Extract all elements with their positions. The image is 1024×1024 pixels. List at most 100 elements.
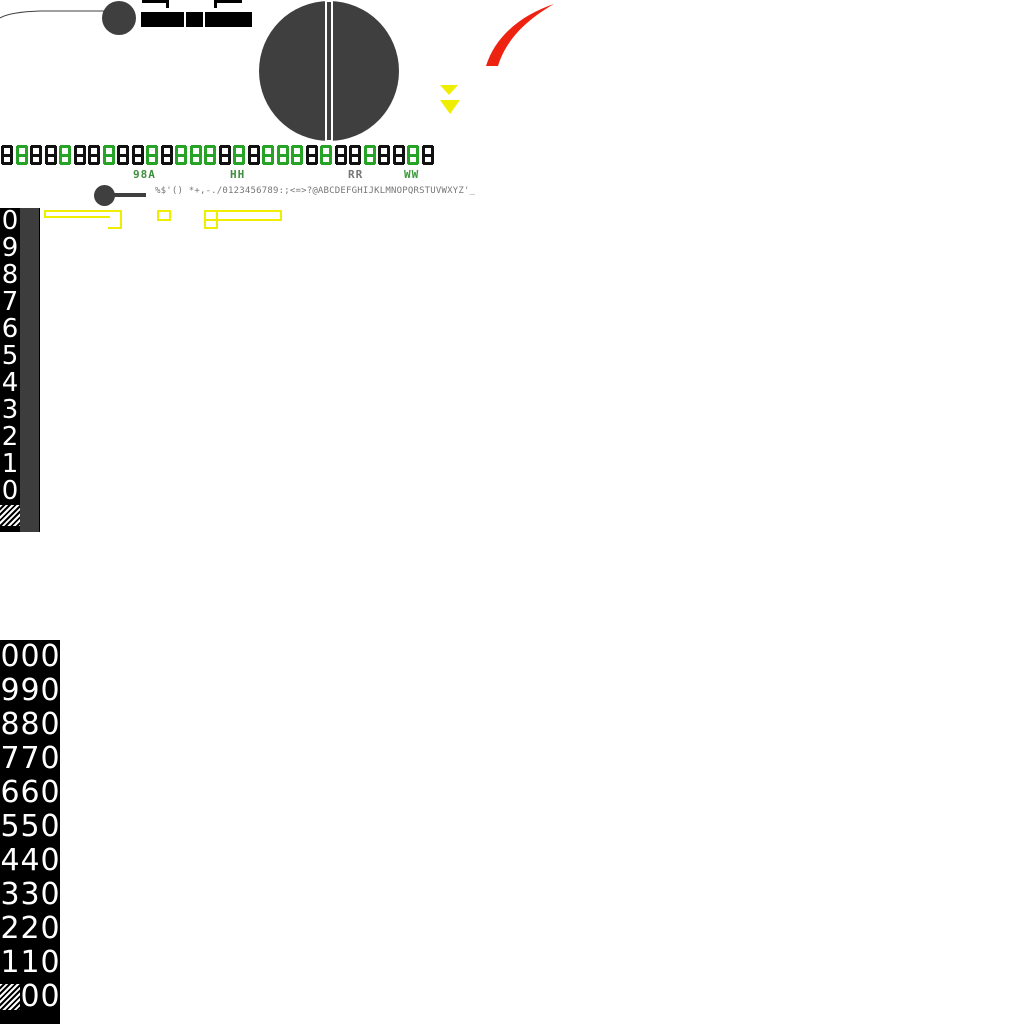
- digit-cell: 9: [1, 233, 19, 263]
- segment-digit-cell: [102, 144, 116, 166]
- segment-bar: [343, 146, 347, 155]
- digit-cell: 5: [1, 341, 19, 371]
- segment-bar: [97, 146, 100, 155]
- odometer-digit: 0: [0, 639, 20, 674]
- segment-bar: [421, 155, 425, 164]
- segment-bar: [82, 146, 86, 155]
- segment-digit-cell: [334, 144, 348, 166]
- segment-bar: [358, 146, 361, 155]
- segment-bar: [117, 155, 120, 164]
- digit-cell: 0: [1, 206, 19, 236]
- digit-cell: 7: [1, 287, 19, 317]
- digit-cell: 3: [1, 395, 19, 425]
- segment-bar: [68, 146, 71, 155]
- odometer-digit: 3: [20, 877, 40, 912]
- odometer-digit: 5: [0, 809, 20, 844]
- odometer-digit: 0: [40, 843, 60, 878]
- digit-cell: 4: [1, 368, 19, 398]
- segment-digit-cell: [392, 144, 406, 166]
- segment-label-rr: RR: [348, 168, 364, 181]
- segment-bar: [146, 155, 149, 164]
- segment-bar: [24, 155, 28, 164]
- segment-digit-cell: [290, 144, 304, 166]
- bracket-right-top: [214, 0, 242, 3]
- segment-bar: [131, 155, 135, 164]
- segment-bar: [39, 155, 42, 164]
- segment-bar: [247, 155, 251, 164]
- segment-bar: [198, 146, 202, 155]
- segment-bar: [15, 155, 19, 164]
- segment-bar: [392, 155, 396, 164]
- segment-digit-cell: [218, 144, 232, 166]
- segment-digit-cell: [145, 144, 159, 166]
- segment-bar: [169, 146, 173, 155]
- segment-bar: [329, 146, 332, 155]
- segment-bar: [262, 146, 265, 155]
- odometer-digit: 8: [0, 707, 20, 742]
- segment-bar: [401, 146, 405, 155]
- segment-bar: [111, 155, 115, 164]
- odometer-digit: 6: [0, 775, 20, 810]
- segment-digit-cell: [232, 144, 246, 166]
- segment-bar: [256, 155, 260, 164]
- segment-bar: [372, 146, 376, 155]
- segment-bar: [276, 146, 280, 155]
- segment-bar: [349, 155, 352, 164]
- digit-cell: 0: [1, 476, 19, 506]
- odometer-digit: 0: [40, 945, 60, 980]
- segment-label-98a: 98A: [133, 168, 156, 181]
- segment-bar: [358, 155, 361, 164]
- segment-digit-cell: [160, 144, 174, 166]
- odometer-digit-column: 00099088077066055044033022011000: [0, 640, 60, 1024]
- odometer-row: 220: [0, 912, 60, 946]
- segment-bar: [24, 146, 28, 155]
- segment-bar: [387, 146, 390, 155]
- segment-bar: [131, 146, 135, 155]
- odometer-digit: 8: [20, 707, 40, 742]
- segment-bar: [291, 146, 294, 155]
- segment-digit-cell: [421, 144, 435, 166]
- segment-bar: [111, 146, 115, 155]
- segment-bar: [218, 146, 222, 155]
- odometer-digit: 3: [0, 877, 20, 912]
- segment-bar: [285, 155, 289, 164]
- segment-digit-cell: [363, 144, 377, 166]
- segment-bar: [416, 155, 419, 164]
- segment-bar: [155, 155, 158, 164]
- segment-digit-cell: [58, 144, 72, 166]
- segment-bar: [97, 155, 100, 164]
- segment-bar: [155, 146, 158, 155]
- bracket-left-drop: [166, 0, 169, 8]
- segment-bar: [314, 155, 318, 164]
- segment-bar: [387, 155, 390, 164]
- odometer-row: 660: [0, 776, 60, 810]
- rolling-digit-column: 09876543210: [0, 208, 40, 532]
- segment-bar: [416, 146, 419, 155]
- segment-bar: [271, 155, 274, 164]
- segment-digit-cell: [174, 144, 188, 166]
- segment-bar: [102, 146, 106, 155]
- segment-digit-strip: [0, 144, 434, 168]
- segment-bar: [1, 146, 4, 155]
- odometer-row: 550: [0, 810, 60, 844]
- segment-bar: [198, 155, 202, 164]
- red-needle-arc: [486, 4, 554, 66]
- digit-cell: 1: [1, 449, 19, 479]
- segment-bar: [30, 155, 33, 164]
- segment-digit-cell: [131, 144, 145, 166]
- segment-bar: [204, 155, 207, 164]
- segment-digit-cell: [261, 144, 275, 166]
- segment-bar: [378, 146, 381, 155]
- segment-digit-cell: [0, 144, 14, 166]
- odometer-row: 770: [0, 742, 60, 776]
- odometer-digit: 0: [40, 775, 60, 810]
- segment-bar: [213, 155, 216, 164]
- segment-bar: [160, 155, 164, 164]
- segment-bar: [320, 155, 323, 164]
- segment-bar: [329, 155, 332, 164]
- segment-digit-cell: [189, 144, 203, 166]
- segment-bar: [213, 146, 216, 155]
- odometer-row: 110: [0, 946, 60, 980]
- yellow-frame-right-tab: [204, 210, 218, 229]
- bracket-left-top: [142, 0, 168, 3]
